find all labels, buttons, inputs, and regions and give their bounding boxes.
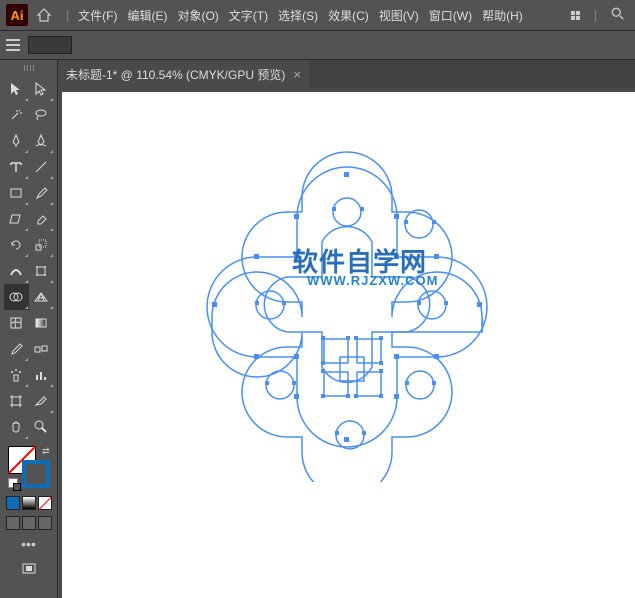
options-selector[interactable] — [28, 36, 72, 54]
tab-close-icon[interactable]: × — [293, 67, 301, 82]
curvature-tool[interactable] — [29, 128, 54, 154]
type-tool[interactable] — [4, 154, 29, 180]
menu-file[interactable]: 文件(F) — [73, 7, 122, 24]
magic-wand-tool[interactable] — [4, 102, 29, 128]
menu-divider: | — [594, 8, 597, 22]
panel-menu-icon[interactable] — [6, 39, 20, 51]
color-well[interactable]: ⇄ — [8, 446, 50, 488]
menu-object[interactable]: 对象(O) — [172, 7, 223, 24]
drawing-modes — [6, 516, 52, 530]
home-icon[interactable] — [36, 7, 52, 23]
menu-divider: | — [66, 8, 69, 22]
draw-normal[interactable] — [6, 516, 20, 530]
more-tools-icon[interactable]: ••• — [21, 536, 36, 552]
shape-builder-tool[interactable] — [4, 284, 29, 310]
width-tool[interactable] — [4, 258, 29, 284]
menu-edit[interactable]: 编辑(E) — [122, 7, 172, 24]
selection-tool[interactable] — [4, 76, 29, 102]
document-tab[interactable]: 未标题-1* @ 110.54% (CMYK/GPU 预览) × — [58, 60, 309, 88]
draw-mode-row — [6, 496, 52, 510]
toolbox-handle[interactable] — [9, 64, 49, 72]
hand-tool[interactable] — [4, 414, 29, 440]
menu-effect[interactable]: 效果(C) — [323, 7, 374, 24]
tab-title: 未标题-1* @ 110.54% (CMYK/GPU 预览) — [66, 66, 285, 83]
gradient-tool[interactable] — [29, 310, 54, 336]
app-logo: Ai — [6, 4, 28, 26]
symbol-sprayer-tool[interactable] — [4, 362, 29, 388]
pen-tool[interactable] — [4, 128, 29, 154]
column-graph-tool[interactable] — [29, 362, 54, 388]
line-tool[interactable] — [29, 154, 54, 180]
menu-view[interactable]: 视图(V) — [374, 7, 424, 24]
tab-bar: 未标题-1* @ 110.54% (CMYK/GPU 预览) × — [58, 60, 635, 88]
lasso-tool[interactable] — [29, 102, 54, 128]
artboard-tool[interactable] — [4, 388, 29, 414]
gradient-mode[interactable] — [22, 496, 36, 510]
toolbox: ⇄ ••• — [0, 60, 58, 598]
blend-tool[interactable] — [29, 336, 54, 362]
menu-select[interactable]: 选择(S) — [273, 7, 323, 24]
screen-mode-tool[interactable] — [4, 556, 54, 582]
color-mode[interactable] — [6, 496, 20, 510]
swap-colors-icon[interactable]: ⇄ — [42, 446, 50, 457]
canvas[interactable]: 软件自学网 WWW.RJZXW.COM — [62, 92, 635, 598]
shaper-tool[interactable] — [4, 206, 29, 232]
menu-bar: Ai | 文件(F) 编辑(E) 对象(O) 文字(T) 选择(S) 效果(C)… — [0, 0, 635, 30]
perspective-grid-tool[interactable] — [29, 284, 54, 310]
artwork[interactable] — [182, 142, 522, 482]
default-colors-icon[interactable] — [8, 478, 18, 488]
draw-inside[interactable] — [38, 516, 52, 530]
rotate-tool[interactable] — [4, 232, 29, 258]
options-bar — [0, 30, 635, 60]
eraser-tool[interactable] — [29, 206, 54, 232]
mesh-tool[interactable] — [4, 310, 29, 336]
direct-selection-tool[interactable] — [29, 76, 54, 102]
eyedropper-tool[interactable] — [4, 336, 29, 362]
none-mode[interactable] — [38, 496, 52, 510]
watermark-url: WWW.RJZXW.COM — [307, 273, 438, 288]
zoom-tool[interactable] — [29, 414, 54, 440]
free-transform-tool[interactable] — [29, 258, 54, 284]
menu-type[interactable]: 文字(T) — [224, 7, 273, 24]
slice-tool[interactable] — [29, 388, 54, 414]
paintbrush-tool[interactable] — [29, 180, 54, 206]
rectangle-tool[interactable] — [4, 180, 29, 206]
scale-tool[interactable] — [29, 232, 54, 258]
stroke-color[interactable] — [22, 460, 50, 488]
draw-behind[interactable] — [22, 516, 36, 530]
menu-help[interactable]: 帮助(H) — [477, 7, 528, 24]
menu-window[interactable]: 窗口(W) — [424, 7, 477, 24]
document-area: 未标题-1* @ 110.54% (CMYK/GPU 预览) × — [58, 60, 635, 598]
search-icon[interactable] — [611, 7, 625, 24]
workspace-switcher-icon[interactable] — [571, 11, 580, 20]
